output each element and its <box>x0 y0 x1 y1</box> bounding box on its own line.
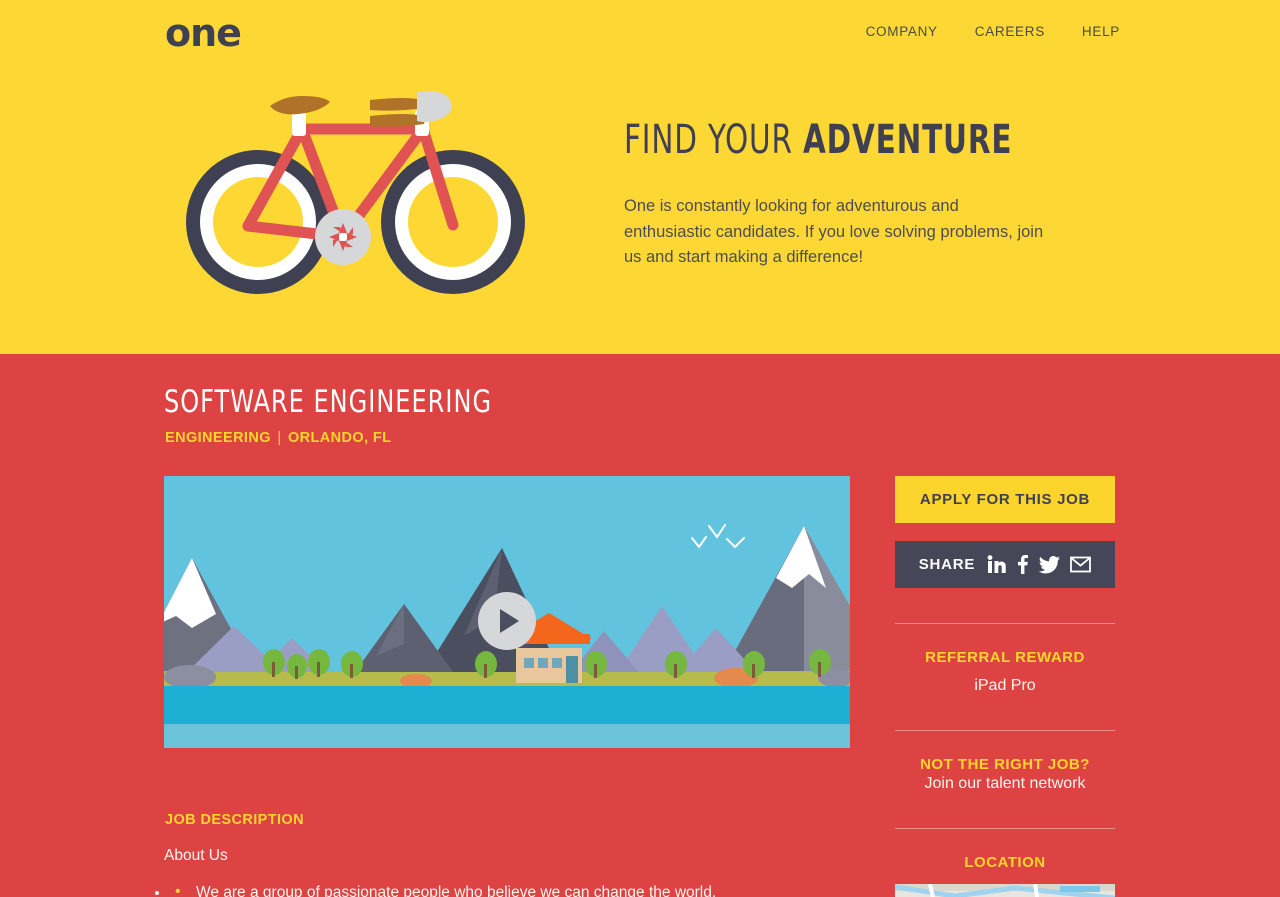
nav-help[interactable]: HELP <box>1082 24 1120 39</box>
share-label: SHARE <box>918 556 976 573</box>
referral-reward-title: REFERRAL REWARD <box>925 649 1085 666</box>
job-department: ENGINEERING <box>165 430 271 446</box>
job-description-intro: About Us <box>164 847 228 864</box>
play-triangle <box>500 609 519 633</box>
location-map-preview[interactable] <box>895 884 1115 897</box>
hero-title-light: FIND YOUR <box>624 117 803 163</box>
job-location: ORLANDO, FL <box>287 430 392 446</box>
hero-title: FIND YOUR ADVENTURE <box>624 117 1012 163</box>
twitter-icon[interactable] <box>1039 555 1061 574</box>
share-bar: SHARE <box>895 541 1115 588</box>
hero-text-block: FIND YOUR ADVENTURE One is constantly lo… <box>624 118 1084 271</box>
nav-company[interactable]: COMPANY <box>866 24 938 39</box>
talent-network-block: NOT THE RIGHT JOB? Join our talent netwo… <box>895 756 1115 793</box>
location-block: LOCATION <box>895 854 1115 871</box>
location-title: LOCATION <box>964 854 1046 871</box>
job-meta-separator: | <box>277 430 282 446</box>
brand-logo[interactable]: one <box>165 14 242 52</box>
job-title: SOFTWARE ENGINEERING <box>164 384 493 420</box>
nav-links: COMPANY CAREERS HELP <box>866 24 1120 39</box>
hero-section: one COMPANY CAREERS HELP FIND YOUR ADVEN… <box>0 0 1280 354</box>
job-description-heading: JOB DESCRIPTION <box>165 812 304 828</box>
sidebar-divider-2 <box>895 730 1115 731</box>
careers-page: one COMPANY CAREERS HELP FIND YOUR ADVEN… <box>0 0 1280 897</box>
talent-network-link[interactable]: Join our talent network <box>925 775 1086 792</box>
hero-title-bold: ADVENTURE <box>802 117 1013 163</box>
job-detail-section: SOFTWARE ENGINEERING ENGINEERING | ORLAN… <box>0 354 1280 897</box>
job-sidebar: APPLY FOR THIS JOB SHARE REFERRAL REWARD… <box>895 476 1115 871</box>
apply-button[interactable]: APPLY FOR THIS JOB <box>895 476 1115 523</box>
job-description-list: We are a group of passionate people who … <box>170 880 850 897</box>
top-navigation: one COMPANY CAREERS HELP <box>0 0 1280 66</box>
sidebar-divider-1 <box>895 623 1115 624</box>
email-icon[interactable] <box>1070 556 1092 573</box>
play-icon[interactable] <box>478 592 536 650</box>
bicycle-illustration <box>170 82 540 301</box>
linkedin-icon[interactable] <box>987 555 1006 574</box>
talent-network-title: NOT THE RIGHT JOB? <box>920 756 1090 773</box>
list-item: We are a group of passionate people who … <box>170 880 850 897</box>
nav-careers[interactable]: CAREERS <box>975 24 1045 39</box>
referral-reward-value: iPad Pro <box>974 677 1036 694</box>
facebook-icon[interactable] <box>1016 555 1029 574</box>
sidebar-divider-3 <box>895 828 1115 829</box>
job-meta: ENGINEERING | ORLANDO, FL <box>165 430 391 446</box>
job-video-thumbnail[interactable] <box>164 476 850 748</box>
hero-paragraph: One is constantly looking for adventurou… <box>624 197 1044 267</box>
referral-reward-block: REFERRAL REWARD iPad Pro <box>895 649 1115 695</box>
